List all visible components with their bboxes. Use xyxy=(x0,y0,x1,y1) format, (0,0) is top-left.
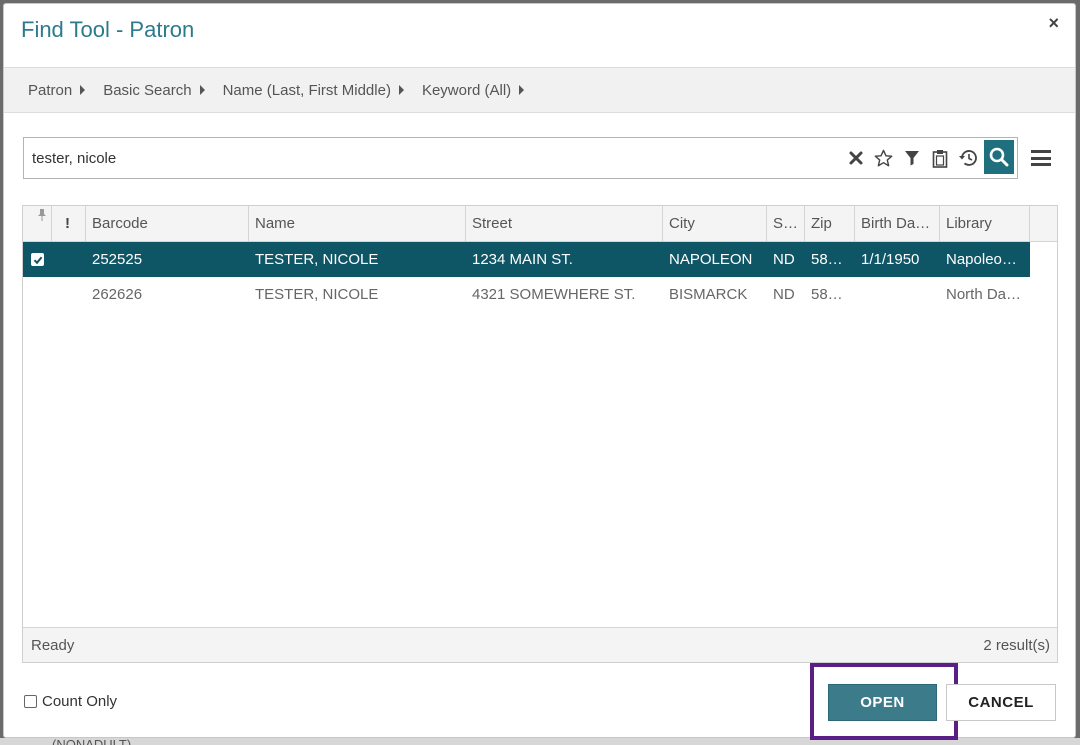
cell-zip: 58… xyxy=(811,251,843,268)
row-checkbox[interactable] xyxy=(31,253,44,266)
column-header-name[interactable]: Name xyxy=(249,206,466,242)
column-header-library[interactable]: Library xyxy=(940,206,1030,242)
background-text: (NONADULT) xyxy=(52,737,132,745)
pin-icon xyxy=(38,209,46,221)
grid-header: ! Barcode Name Street City S… Zip Birth … xyxy=(23,206,1057,242)
search-box xyxy=(23,137,1018,179)
close-icon[interactable]: × xyxy=(1048,13,1059,34)
open-button[interactable]: OPEN xyxy=(828,684,937,721)
breadcrumb-label: Patron xyxy=(28,81,73,99)
table-row[interactable]: 262626 TESTER, NICOLE 4321 SOMEWHERE ST.… xyxy=(23,277,1030,312)
cell-birth-date: 1/1/1950 xyxy=(861,251,920,268)
find-tool-dialog: Find Tool - Patron × Patron Basic Search… xyxy=(3,3,1076,740)
cell-state: ND xyxy=(773,286,795,303)
star-icon[interactable] xyxy=(872,147,894,169)
cancel-button[interactable]: CANCEL xyxy=(946,684,1056,721)
result-count: 2 result(s) xyxy=(983,637,1050,654)
history-icon[interactable] xyxy=(957,147,979,169)
cell-street: 4321 SOMEWHERE ST. xyxy=(472,286,636,303)
cell-birth-date xyxy=(855,277,940,312)
search-input[interactable] xyxy=(32,147,832,169)
caret-right-icon xyxy=(80,85,86,95)
checkmark-icon xyxy=(33,256,42,264)
caret-right-icon xyxy=(519,85,525,95)
column-header-state[interactable]: S… xyxy=(767,206,805,242)
column-header-pin[interactable] xyxy=(23,206,52,242)
cell-zip: 58… xyxy=(811,286,843,303)
clipboard-icon[interactable] xyxy=(929,147,951,169)
table-row[interactable]: 252525 TESTER, NICOLE 1234 MAIN ST. NAPO… xyxy=(23,242,1030,277)
search-button[interactable] xyxy=(984,140,1014,174)
breadcrumb-item-patron[interactable]: Patron xyxy=(28,81,86,99)
cell-library: Napoleo… xyxy=(946,251,1017,268)
dialog-title: Find Tool - Patron xyxy=(21,17,195,42)
cell-name: TESTER, NICOLE xyxy=(255,286,379,303)
cell-library: North Da… xyxy=(946,286,1022,303)
status-text: Ready xyxy=(31,637,75,654)
column-header-birth-date[interactable]: Birth Da… xyxy=(855,206,940,242)
cell-barcode: 252525 xyxy=(92,251,143,268)
column-header-flag[interactable]: ! xyxy=(52,206,86,242)
breadcrumb-label: Name (Last, First Middle) xyxy=(222,81,391,99)
cell-name: TESTER, NICOLE xyxy=(255,251,379,268)
checkbox-box[interactable] xyxy=(24,695,37,708)
column-header-street[interactable]: Street xyxy=(466,206,663,242)
breadcrumb: Patron Basic Search Name (Last, First Mi… xyxy=(4,67,1075,113)
cell-barcode: 262626 xyxy=(92,286,143,303)
menu-icon[interactable] xyxy=(1031,150,1051,166)
cell-street: 1234 MAIN ST. xyxy=(472,251,573,268)
column-header-city[interactable]: City xyxy=(663,206,767,242)
results-grid: ! Barcode Name Street City S… Zip Birth … xyxy=(22,205,1058,663)
filter-icon[interactable] xyxy=(901,147,923,169)
caret-right-icon xyxy=(199,85,205,95)
breadcrumb-item-name-format[interactable]: Name (Last, First Middle) xyxy=(223,82,404,99)
count-only-label: Count Only xyxy=(42,693,118,710)
breadcrumb-label: Keyword (All) xyxy=(421,81,512,99)
breadcrumb-item-basic-search[interactable]: Basic Search xyxy=(103,81,205,99)
breadcrumb-item-keyword[interactable]: Keyword (All) xyxy=(421,81,525,99)
caret-right-icon xyxy=(398,85,404,95)
grid-status-bar: Ready 2 result(s) xyxy=(23,627,1057,662)
count-only-checkbox[interactable]: Count Only xyxy=(24,693,117,710)
breadcrumb-label: Basic Search xyxy=(103,81,192,99)
column-header-barcode[interactable]: Barcode xyxy=(86,206,249,242)
search-icon xyxy=(989,147,1009,167)
cell-state: ND xyxy=(773,251,795,268)
cell-city: BISMARCK xyxy=(669,286,748,303)
column-header-zip[interactable]: Zip xyxy=(805,206,855,242)
cell-city: NAPOLEON xyxy=(669,251,753,268)
clear-icon[interactable] xyxy=(845,147,867,169)
